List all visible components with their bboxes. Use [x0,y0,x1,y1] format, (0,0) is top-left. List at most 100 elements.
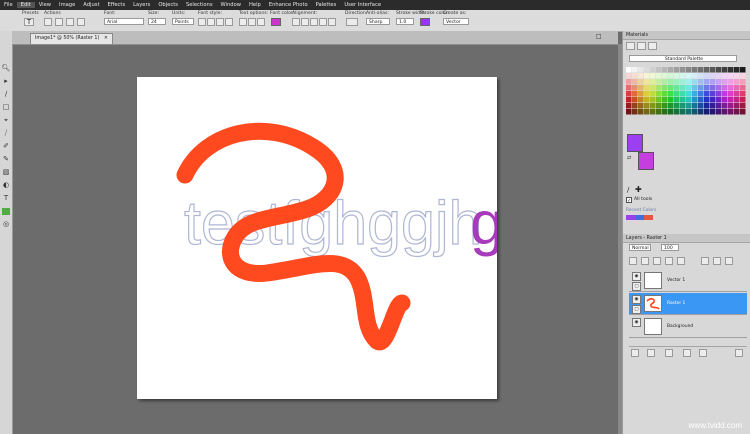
delete-layer-icon[interactable] [699,349,707,357]
color-swatch[interactable] [674,85,680,91]
close-icon[interactable]: ✕ [104,36,108,41]
align-right-icon[interactable] [310,18,318,26]
all-tools-checkbox[interactable]: ✓ [626,197,632,204]
color-swatch[interactable] [650,109,656,115]
color-swatch[interactable] [680,109,686,115]
color-swatch[interactable] [716,73,722,79]
color-swatch[interactable] [626,73,632,79]
crop-tool-icon[interactable]: ⌖ [1,115,11,125]
warp-tool-icon[interactable]: ◎ [1,219,11,229]
color-swatch[interactable] [716,103,722,109]
color-swatch[interactable] [674,79,680,85]
color-swatch[interactable] [710,109,716,115]
color-swatch[interactable] [626,103,632,109]
menu-image[interactable]: Image [55,2,79,8]
image-canvas[interactable]: testfghggjh g [137,77,497,399]
menu-enhance-photo[interactable]: Enhance Photo [265,2,312,8]
dropper-icon[interactable]: ∕ [627,186,629,194]
swatches-tab-icon[interactable] [648,42,657,50]
color-swatch[interactable] [644,73,650,79]
swap-colors-icon[interactable]: ⇄ [627,155,631,161]
cancel-icon[interactable] [55,18,63,26]
color-swatch[interactable] [680,103,686,109]
color-swatch[interactable] [662,91,668,97]
color-swatch[interactable] [728,73,734,79]
color-swatch[interactable] [668,103,674,109]
color-swatch[interactable] [686,79,692,85]
italic-icon[interactable] [207,18,215,26]
color-swatch[interactable] [632,91,638,97]
color-swatch[interactable] [722,109,728,115]
color-swatch[interactable] [644,91,650,97]
color-swatch[interactable] [656,91,662,97]
color-swatch[interactable] [674,91,680,97]
color-swatch[interactable] [722,73,728,79]
color-swatch[interactable] [710,91,716,97]
color-swatch[interactable] [710,73,716,79]
color-swatch[interactable] [662,85,668,91]
antialias-select[interactable]: Sharp [366,18,390,25]
color-swatch[interactable] [704,73,710,79]
restore-icon[interactable]: □ [596,33,602,40]
color-swatch[interactable] [686,103,692,109]
add-icon[interactable]: ✚ [635,185,642,194]
mask-icon[interactable] [665,257,673,265]
color-swatch[interactable] [638,67,644,73]
color-swatch[interactable] [698,109,704,115]
document-tab[interactable]: Image1* @ 50% (Raster 1) ✕ [30,33,113,44]
color-swatch[interactable] [638,79,644,85]
color-swatch[interactable] [728,67,734,73]
color-swatch[interactable] [674,109,680,115]
straighten-tool-icon[interactable]: ⧸ [1,128,11,138]
color-swatch[interactable] [626,97,632,103]
link-icon[interactable] [701,257,709,265]
color-swatch[interactable] [644,103,650,109]
color-swatch[interactable] [740,67,746,73]
color-swatch[interactable] [626,67,632,73]
color-swatch[interactable] [698,85,704,91]
color-swatch[interactable] [632,109,638,115]
color-swatch[interactable] [704,67,710,73]
color-swatch[interactable] [680,85,686,91]
color-swatch[interactable] [626,91,632,97]
color-swatch[interactable] [662,79,668,85]
menu-objects[interactable]: Objects [154,2,182,8]
color-swatch[interactable] [740,103,746,109]
menu-window[interactable]: Window [217,2,245,8]
layer-row-selected[interactable]: ◉ ▢ Raster 1 [629,293,747,315]
color-swatch[interactable] [656,97,662,103]
layer-options-icon[interactable] [735,349,743,357]
align-full-icon[interactable] [328,18,336,26]
color-swatch[interactable] [644,97,650,103]
color-swatch[interactable] [638,109,644,115]
color-swatch[interactable] [644,67,650,73]
color-swatch[interactable] [704,85,710,91]
color-swatch[interactable] [668,109,674,115]
color-swatch[interactable] [632,73,638,79]
color-swatch[interactable] [740,109,746,115]
color-swatch[interactable] [668,73,674,79]
menu-selections[interactable]: Selections [182,2,217,8]
preset-shape-tool-icon[interactable] [1,206,11,216]
menu-edit[interactable]: Edit [16,2,35,8]
menu-palettes[interactable]: Palettes [312,2,341,8]
move-up-icon[interactable] [629,257,637,265]
color-swatch[interactable] [632,79,638,85]
color-swatch[interactable] [662,73,668,79]
color-swatch[interactable] [692,85,698,91]
background-color-swatch[interactable] [638,152,654,170]
paint-brush-tool-icon[interactable]: ✐ [1,141,11,151]
move-down-icon[interactable] [641,257,649,265]
group-icon[interactable] [677,257,685,265]
properties-icon[interactable] [725,257,733,265]
menu-layers[interactable]: Layers [129,2,154,8]
color-swatch[interactable] [626,109,632,115]
color-swatch[interactable] [728,85,734,91]
color-swatch[interactable] [686,109,692,115]
color-swatch[interactable] [734,79,740,85]
pick-tool-icon[interactable]: ▸ [1,76,11,86]
foreground-color-swatch[interactable] [627,134,643,152]
underline-icon[interactable] [216,18,224,26]
color-swatch[interactable] [674,103,680,109]
color-swatch[interactable] [728,91,734,97]
